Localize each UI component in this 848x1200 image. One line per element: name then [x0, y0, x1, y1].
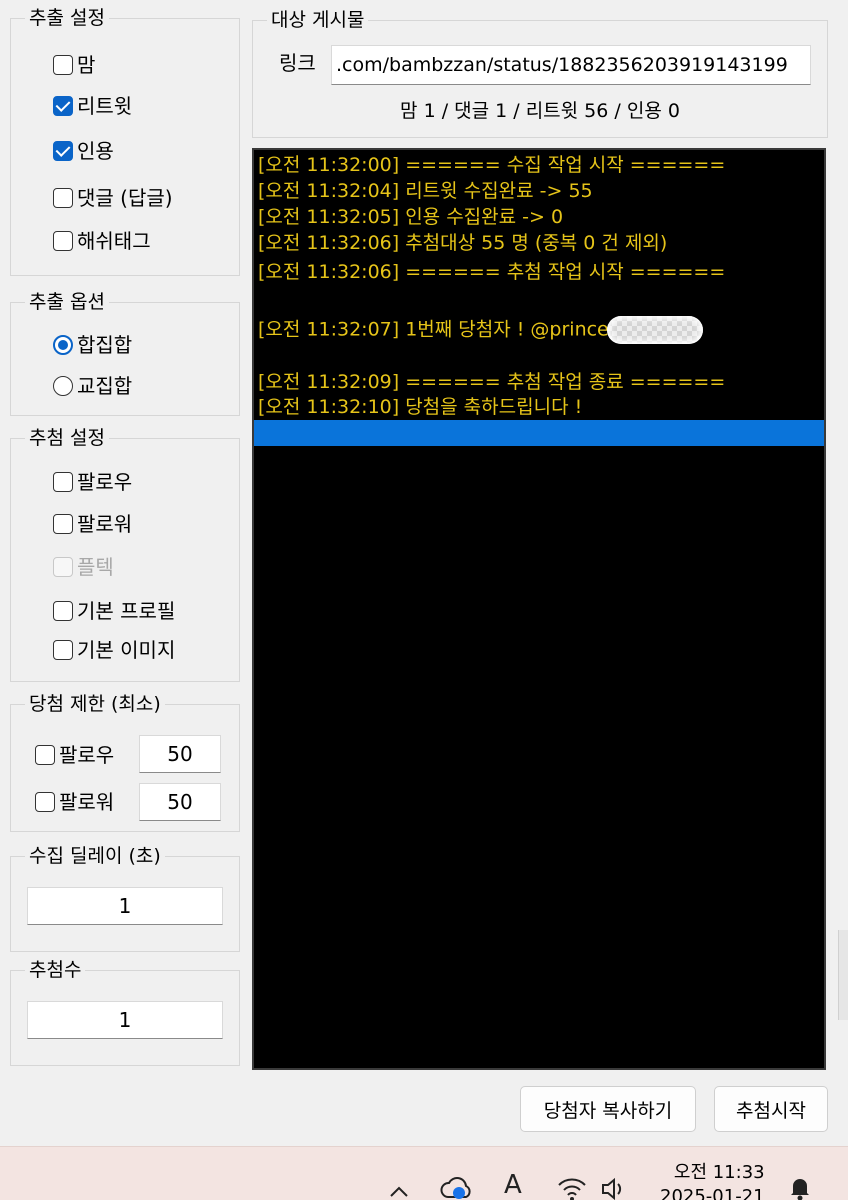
link-input[interactable]: .com/bambzzan/status/1882356203919143199: [331, 45, 811, 85]
selected-log-row[interactable]: [254, 420, 824, 446]
window-scrollbar[interactable]: [838, 930, 848, 1020]
checkbox-box[interactable]: [53, 188, 73, 208]
blurred-username-redaction: [606, 316, 703, 344]
log-line: [오전 11:32:05] 인용 수집완료 -> 0: [258, 206, 564, 228]
collect-delay-title: 수집 딜레이 (초): [25, 844, 165, 868]
log-line: [오전 11:32:04] 리트윗 수집완료 -> 55: [258, 180, 593, 202]
chevron-up-icon[interactable]: [388, 1177, 410, 1200]
win-limit-title: 당첨 제한 (최소): [25, 692, 165, 716]
checkbox-box[interactable]: [53, 55, 73, 75]
limit-checkbox-follower[interactable]: 팔로워: [35, 790, 114, 814]
copy-winner-button[interactable]: 당첨자 복사하기: [520, 1086, 696, 1132]
collect-delay-group: 수집 딜레이 (초) 1: [10, 844, 240, 952]
clock-time: 오전 11:33: [673, 1162, 765, 1183]
draw-checkbox-follower[interactable]: 팔로워: [53, 512, 132, 536]
checkbox-box[interactable]: [53, 601, 73, 621]
link-label: 링크: [279, 51, 316, 75]
start-draw-button[interactable]: 추첨시작: [714, 1086, 828, 1132]
target-post-title: 대상 게시물: [267, 8, 369, 32]
limit-follow-input[interactable]: 50: [139, 735, 221, 773]
draw-settings-title: 추첨 설정: [25, 426, 109, 450]
radio-circle[interactable]: [53, 335, 73, 355]
log-console[interactable]: [오전 11:32:00] ====== 수집 작업 시작 ====== [오전…: [252, 148, 826, 1070]
radio-circle[interactable]: [53, 376, 73, 396]
extract-checkbox-reply[interactable]: 댓글 (답글): [53, 186, 173, 210]
log-line-winner: [오전 11:32:07] 1번째 당첨자 ! @prince: [258, 316, 703, 344]
draw-count-title: 추첨수: [25, 958, 86, 982]
target-post-group: 대상 게시물 링크 .com/bambzzan/status/188235620…: [252, 8, 828, 138]
checkbox-box: [53, 557, 73, 577]
notification-icon[interactable]: [788, 1175, 812, 1200]
checkbox-box[interactable]: [53, 640, 73, 660]
extract-options-group: 추출 옵션 합집합 교집합: [10, 290, 240, 416]
extract-settings-title: 추출 설정: [25, 6, 109, 30]
post-stats: 맘 1 / 댓글 1 / 리트윗 56 / 인용 0: [400, 100, 680, 122]
checkbox-box[interactable]: [53, 472, 73, 492]
cloud-sync-icon[interactable]: [440, 1175, 474, 1200]
winner-text: [오전 11:32:07] 1번째 당첨자 ! @prince: [258, 318, 609, 341]
win-limit-group: 당첨 제한 (최소) 팔로우 50 팔로워 50: [10, 692, 240, 832]
extract-settings-group: 추출 설정 맘 리트윗 인용 댓글 (답글) 해쉬태그: [10, 6, 240, 276]
radio-intersection[interactable]: 교집합: [53, 374, 132, 398]
draw-checkbox-protected: 플텍: [53, 555, 114, 579]
draw-count-group: 추첨수 1: [10, 958, 240, 1066]
limit-checkbox-follow[interactable]: 팔로우: [35, 743, 114, 767]
extract-checkbox-quote[interactable]: 인용: [53, 139, 114, 163]
limit-follower-input[interactable]: 50: [139, 783, 221, 821]
collect-delay-input[interactable]: 1: [27, 887, 223, 925]
clock-date: 2025-01-21: [660, 1186, 765, 1200]
draw-checkbox-follow[interactable]: 팔로우: [53, 470, 132, 494]
checkbox-box[interactable]: [53, 514, 73, 534]
checkbox-box[interactable]: [53, 141, 73, 161]
checkbox-box[interactable]: [35, 792, 55, 812]
extract-checkbox-retweet[interactable]: 리트윗: [53, 94, 132, 118]
volume-icon[interactable]: [600, 1177, 630, 1200]
checkbox-box[interactable]: [53, 96, 73, 116]
log-line: [오전 11:32:06] 추첨대상 55 명 (중복 0 건 제외): [258, 232, 668, 254]
draw-checkbox-default-profile[interactable]: 기본 프로필: [53, 599, 175, 623]
ime-icon[interactable]: A: [504, 1171, 522, 1199]
log-line: [오전 11:32:09] ====== 추첨 작업 종료 ======: [258, 371, 726, 393]
wifi-icon[interactable]: [556, 1175, 588, 1200]
radio-union[interactable]: 합집합: [53, 333, 132, 357]
log-line: [오전 11:32:00] ====== 수집 작업 시작 ======: [258, 154, 726, 176]
taskbar: A 오전 11:33 2025-01-21: [0, 1146, 848, 1200]
taskbar-clock[interactable]: 오전 11:33 2025-01-21: [660, 1161, 765, 1200]
draw-count-input[interactable]: 1: [27, 1001, 223, 1039]
log-line: [오전 11:32:06] ====== 추첨 작업 시작 ======: [258, 261, 726, 283]
log-line: [오전 11:32:10] 당첨을 축하드립니다 !: [258, 396, 583, 418]
extract-checkbox-hashtag[interactable]: 해쉬태그: [53, 229, 151, 253]
extract-options-title: 추출 옵션: [25, 290, 109, 314]
extract-checkbox-heart[interactable]: 맘: [53, 53, 95, 77]
draw-settings-group: 추첨 설정 팔로우 팔로워 플텍 기본 프로필 기본 이미지: [10, 426, 240, 682]
checkbox-box[interactable]: [53, 231, 73, 251]
draw-checkbox-default-image[interactable]: 기본 이미지: [53, 638, 175, 662]
checkbox-box[interactable]: [35, 745, 55, 765]
